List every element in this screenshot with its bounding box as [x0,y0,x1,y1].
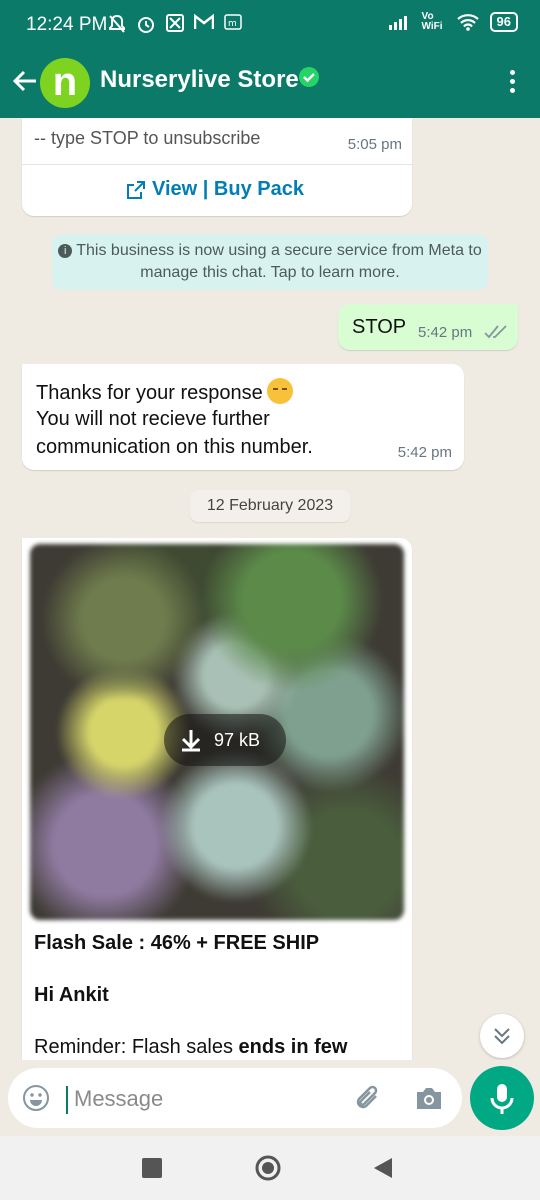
info-icon: i [58,244,73,258]
mute-icon [109,14,125,33]
composer [0,1060,540,1136]
message-text: -- type STOP to unsubscribe [34,128,261,148]
message-time: 5:42 pm [418,324,473,341]
message-time: 5:42 pm [397,444,452,461]
message-thanks[interactable]: Thanks for your response You will not re… [22,364,464,470]
flash-title: Flash Sale : 46% + FREE SHIP [34,932,320,954]
status-system-icons: Vo WiFi 96 [388,12,518,32]
signal-icon [388,16,407,30]
message-input[interactable] [72,1078,336,1120]
message-unsubscribe[interactable]: -- type STOP to unsubscribe 5:05 pm View… [22,118,412,216]
vowifi-label: Vo WiFi [421,11,443,32]
mic-button[interactable] [470,1066,534,1130]
action-label: View | Buy Pack [152,178,304,200]
message-flash-sale[interactable]: 97 kB Flash Sale : 46% + FREE SHIP Hi An… [22,538,412,1060]
emoji-icon[interactable] [22,1084,50,1112]
status-time: 12:24 PM [26,14,108,35]
divider [22,164,412,165]
attach-icon[interactable] [354,1082,384,1114]
flash-reminder: Reminder: Flash sales ends in few [34,1036,348,1058]
message-time: 5:05 pm [347,136,402,153]
view-buy-pack-button[interactable]: View | Buy Pack [126,178,304,201]
status-bar: 12:24 PM m Vo WiFi 96 [0,0,540,52]
download-size: 97 kB [214,729,261,750]
svg-text:m: m [228,19,237,29]
m-icon: m [224,14,242,30]
external-link-icon [127,180,145,199]
back-arrow-icon[interactable] [10,66,40,96]
chat-header: n Nurserylive Store [0,52,540,118]
chat-area[interactable]: -- type STOP to unsubscribe 5:05 pm View… [0,118,540,1060]
wifi-icon [456,14,479,31]
chat-title[interactable]: Nurserylive Store [100,66,299,94]
message-stop[interactable]: STOP 5:42 pm [338,304,518,350]
message-line-1: Thanks for your response [36,378,293,405]
message-line-2: You will not recieve further [36,408,270,430]
gmail-icon [194,14,214,29]
system-security-note[interactable]: i This business is now using a secure ser… [52,234,488,290]
system-navigation-bar [0,1136,540,1200]
more-options-icon[interactable] [506,66,518,100]
download-icon [181,730,201,752]
battery-icon: 96 [489,12,518,32]
double-chevron-down-icon [494,1028,510,1045]
home-button[interactable] [254,1154,282,1182]
pensive-emoji-icon [266,378,293,404]
back-button[interactable] [372,1156,394,1180]
verified-badge-icon [299,67,319,87]
status-notification-icons: m [108,14,242,34]
system-note-text: This business is now using a secure serv… [76,242,482,281]
date-chip: 12 February 2023 [190,490,350,522]
mic-icon [490,1084,514,1114]
message-field[interactable] [8,1068,462,1128]
message-line-3: communication on this number. [36,436,313,458]
scroll-to-bottom-button[interactable] [480,1014,524,1058]
message-text: STOP [352,316,407,338]
avatar[interactable]: n [40,58,90,108]
camera-icon[interactable] [414,1084,444,1112]
download-button[interactable]: 97 kB [164,714,286,766]
text-caret [66,1086,68,1114]
flash-greeting: Hi Ankit [34,984,109,1006]
app-icon [166,14,184,32]
recents-button[interactable] [142,1158,162,1178]
double-tick-icon [484,325,507,339]
alarm-icon [138,17,154,33]
